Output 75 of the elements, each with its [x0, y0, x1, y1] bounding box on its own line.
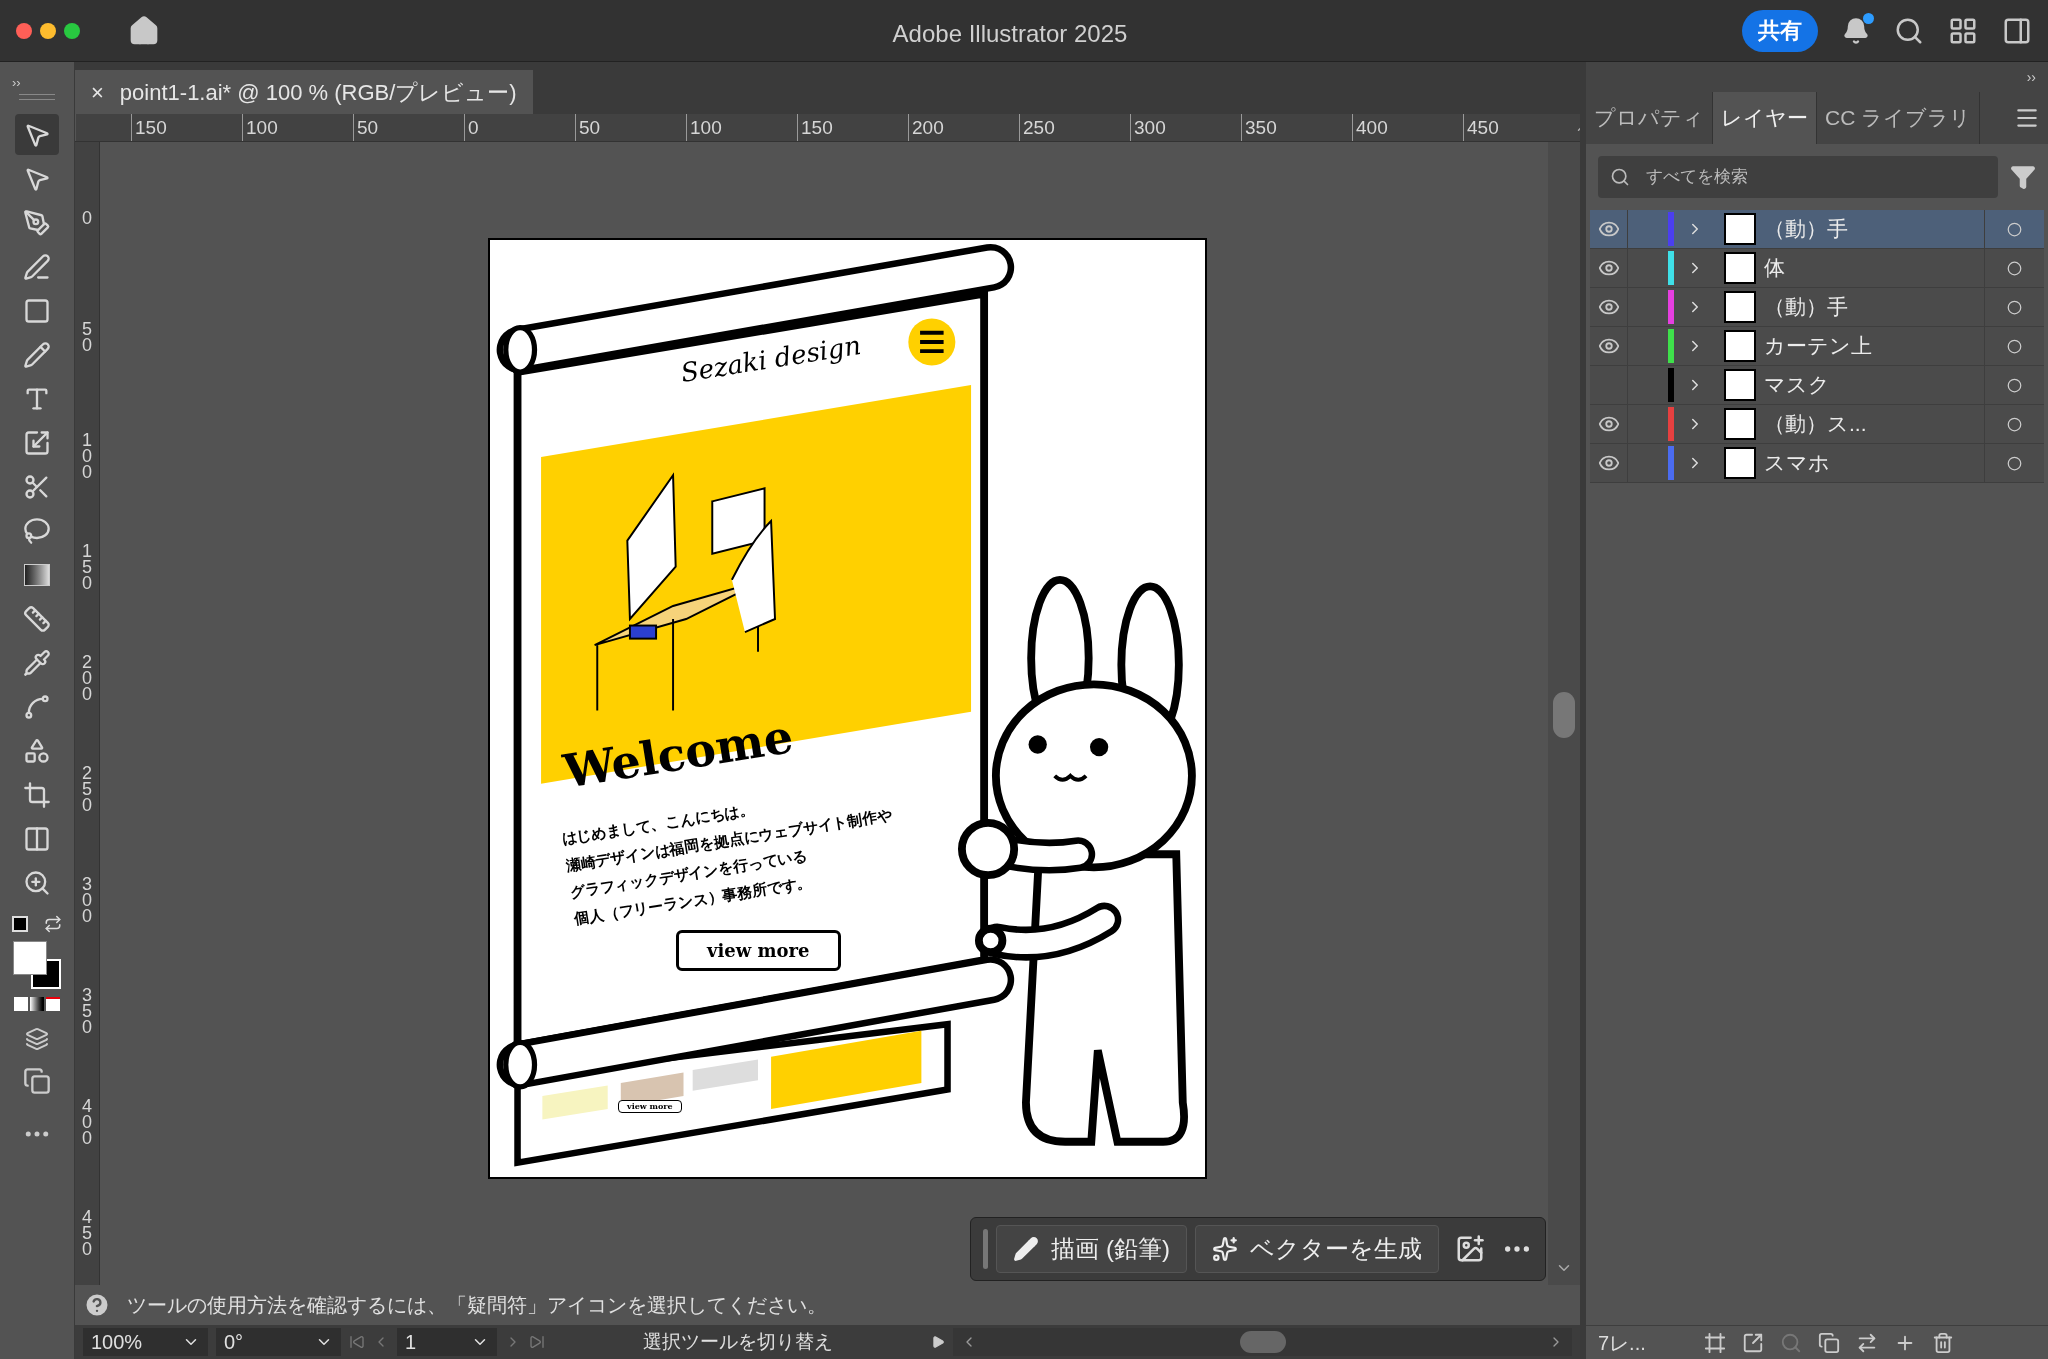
panel-tab[interactable]: CC ライブラリ — [1817, 92, 1981, 144]
intro-paragraph: はじめまして、こんにちは。 瀬崎デザインは福岡を拠点にウェブサイト制作や グラフィックデザインを行っている 個人（フリーランス）事務所です。 — [559, 799, 895, 930]
close-tab-button[interactable]: × — [91, 75, 104, 109]
artboard-dropdown[interactable]: 1 — [397, 1328, 497, 1356]
layer-thumbnail — [1724, 291, 1756, 323]
layer-name: （動）手 — [1764, 294, 1849, 321]
layer-name: （動）手 — [1764, 216, 1849, 243]
draw-pencil-button[interactable]: 描画 (鉛筆) — [996, 1225, 1187, 1273]
help-text: ツールの使用方法を確認するには、「疑問符」アイコンを選択してください。 — [127, 1293, 827, 1318]
layer-thumbnail — [1724, 213, 1756, 245]
selection-tool-icon[interactable] — [15, 114, 59, 155]
target-icon[interactable] — [2007, 260, 2022, 276]
search-placeholder: すべてを検索 — [1646, 166, 1748, 189]
layer-thumbnail — [1724, 330, 1756, 362]
horizontal-scroll-thumb[interactable] — [1239, 1331, 1286, 1353]
layer-name: カーテン上 — [1764, 333, 1873, 360]
layer-name: スマホ — [1764, 450, 1831, 477]
default-colors-icon[interactable] — [12, 916, 28, 932]
layer-row[interactable]: （動）手 — [1590, 288, 2044, 327]
generate-vector-button[interactable]: ベクターを生成 — [1195, 1225, 1439, 1273]
tool-hint-text[interactable]: 選択ツールを切り替え — [553, 1327, 923, 1357]
delete-icon[interactable] — [1932, 1331, 1954, 1354]
swap-colors-icon[interactable] — [44, 915, 62, 933]
color-mode-icon[interactable] — [14, 997, 60, 1011]
maximize-window-button[interactable] — [64, 22, 80, 39]
target-icon[interactable] — [2007, 221, 2022, 237]
sparkles-icon — [1212, 1236, 1238, 1262]
document-tab-title: point1-1.ai* @ 100 % (RGB/プレビュー) — [119, 78, 517, 107]
document-tab[interactable]: × point1-1.ai* @ 100 % (RGB/プレビュー) — [75, 70, 533, 114]
layer-row[interactable]: （動）手 — [1590, 210, 2044, 249]
layer-name: （動）ス... — [1764, 411, 1868, 438]
logo-text: Sezaki design — [678, 329, 863, 389]
minimize-window-button[interactable] — [40, 22, 56, 39]
layer-thumbnail — [1724, 369, 1756, 401]
layer-row[interactable]: 体 — [1590, 249, 2044, 288]
export-icon[interactable] — [1742, 1331, 1764, 1354]
play-icon[interactable] — [931, 1335, 945, 1349]
layer-name: マスク — [1764, 372, 1831, 399]
layer-thumbnail — [1724, 447, 1756, 479]
layer-name: 体 — [1764, 255, 1786, 282]
notification-icon[interactable] — [1842, 16, 1870, 45]
close-window-button[interactable] — [16, 22, 32, 39]
layer-thumbnail — [1724, 408, 1756, 440]
rotation-dropdown[interactable]: 0° — [216, 1328, 341, 1356]
window-title: Adobe Illustrator 2025 — [892, 19, 1128, 49]
vertical-ruler: 0 50 100 150 200 250 300 350 400 450 — [75, 142, 100, 1285]
scrollbar-thumb[interactable] — [1553, 692, 1575, 738]
target-icon[interactable] — [2007, 416, 2022, 432]
target-icon[interactable] — [2007, 377, 2022, 393]
fill-stroke-swatch[interactable] — [13, 941, 61, 989]
pencil-icon — [1013, 1236, 1040, 1262]
layer-thumbnail — [1724, 252, 1756, 284]
horizontal-ruler: 150 100 50 0 50 100 150 200 250 300 350 400 450 — [76, 114, 1574, 141]
layer-row[interactable]: （動）ス... — [1590, 405, 2044, 444]
collapse-toolbar-button[interactable]: ›› — [12, 76, 21, 90]
search-icon — [1610, 167, 1630, 187]
menu-circle-icon — [908, 318, 956, 366]
welcome-heading: Welcome — [559, 709, 797, 799]
target-icon[interactable] — [2007, 455, 2022, 471]
panel-tab[interactable]: レイヤー — [1713, 92, 1817, 144]
layer-count: 7レ... — [1598, 1330, 1647, 1356]
toolbar-grip[interactable] — [19, 94, 55, 100]
home-icon[interactable] — [128, 14, 160, 47]
add-image-icon[interactable] — [1455, 1234, 1485, 1264]
share-button[interactable]: 共有 — [1742, 9, 1818, 52]
layer-row[interactable]: マスク — [1590, 366, 2044, 405]
target-icon[interactable] — [2007, 338, 2022, 354]
collapse-panel-button[interactable]: ›› — [2026, 66, 2036, 88]
target-icon[interactable] — [2007, 299, 2022, 315]
layer-row[interactable]: スマホ — [1590, 444, 2044, 483]
layer-search-field[interactable]: すべてを検索 — [1598, 156, 1998, 198]
filter-icon[interactable] — [2010, 164, 2036, 190]
help-icon[interactable] — [83, 1291, 111, 1319]
zoom-dropdown[interactable]: 100% — [83, 1328, 208, 1356]
layer-row[interactable]: カーテン上 — [1590, 327, 2044, 366]
